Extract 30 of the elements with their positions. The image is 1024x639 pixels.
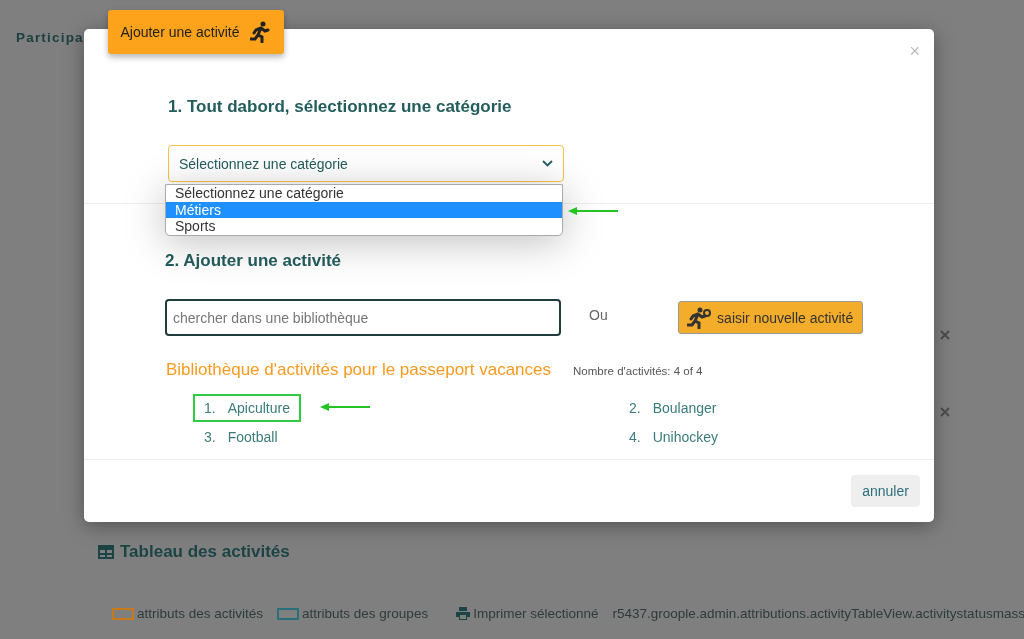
step-title: 1. Tout dabord, sélectionnez une catégorie bbox=[168, 97, 513, 117]
legend-label: attributs des groupes bbox=[302, 606, 429, 621]
table-icon bbox=[98, 545, 114, 559]
activity-link[interactable]: 4. Unihockey bbox=[618, 422, 730, 451]
activity-link[interactable]: 3. Football bbox=[193, 422, 289, 451]
runner-icon bbox=[249, 21, 272, 43]
cancel-button[interactable]: annuler bbox=[851, 475, 920, 507]
section-title: Participa bbox=[16, 30, 84, 45]
print-link[interactable]: Imprimer sélectionné bbox=[473, 606, 599, 621]
dropdown-option[interactable]: Sélectionnez une catégorie bbox=[166, 185, 562, 202]
arrow-annotation bbox=[320, 403, 370, 411]
close-icon[interactable] bbox=[940, 407, 950, 417]
runner-plus-icon bbox=[687, 306, 712, 329]
new-activity-button[interactable]: saisir nouvelle activité bbox=[677, 301, 863, 334]
tab-label: Ajouter une activité bbox=[120, 24, 240, 40]
activity-link[interactable]: 2. Boulanger bbox=[618, 393, 728, 422]
step-title: 2. Ajouter une activité bbox=[165, 251, 343, 271]
printer-icon bbox=[456, 607, 471, 620]
library-title: Bibliothèque d'activités pour le passeport vacances bbox=[166, 360, 552, 380]
chevron-icon bbox=[542, 160, 553, 167]
setting-key: r5437.groople.admin.attributions.activityTableView.activitystatusmass bbox=[612, 606, 1024, 621]
legend-label: attributs des activités bbox=[137, 606, 264, 621]
or-label: Ou bbox=[589, 307, 608, 323]
table-title: Tableau des activités bbox=[120, 542, 290, 562]
activity-count: Nombre d'activités: 4 of 4 bbox=[573, 365, 703, 377]
search-field[interactable]: chercher dans une bibliothèque bbox=[165, 299, 561, 336]
dropdown-option[interactable]: Sports bbox=[166, 218, 562, 235]
close-icon[interactable] bbox=[940, 330, 950, 340]
category-select[interactable]: Sélectionnez une catégorie bbox=[168, 145, 564, 182]
activity-link[interactable]: 1. Apiculture bbox=[193, 393, 301, 422]
